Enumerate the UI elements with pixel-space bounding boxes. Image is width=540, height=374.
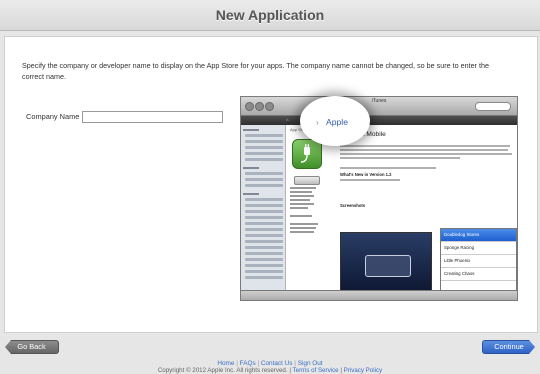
continue-button[interactable]: Continue (482, 340, 535, 354)
phone-list-screenshot: Doubledog Stores Sponge Racing Little Ph… (440, 228, 517, 292)
contact-us-link[interactable]: Contact Us (261, 360, 293, 367)
itunes-sidebar (241, 125, 286, 290)
page-header: New Application (0, 0, 540, 31)
company-name-input[interactable] (82, 111, 223, 123)
faqs-link[interactable]: FAQs (240, 360, 256, 367)
home-link[interactable]: Home (217, 360, 234, 367)
whats-new-heading: What's New in Version 1.2 (340, 172, 392, 177)
copyright-text: Copyright © 2012 Apple Inc. All rights r… (157, 367, 288, 374)
footer-links: Home | FAQs | Contact Us | Sign Out (0, 360, 540, 367)
list-item: Sponge Racing (441, 242, 516, 255)
go-back-button[interactable]: Go Back (5, 340, 59, 354)
magnified-company-name: Apple (326, 117, 348, 127)
list-item: Doubledog Stores (441, 229, 516, 242)
app-icon (292, 139, 322, 169)
sign-out-link[interactable]: Sign Out (298, 360, 323, 367)
footer-copyright: Copyright © 2012 Apple Inc. All rights r… (0, 367, 540, 374)
itunes-search-box (475, 102, 511, 111)
list-item: Little Phoenix (441, 255, 516, 268)
itunes-titlebar: iTunes (241, 97, 517, 116)
page-title: New Application (215, 7, 325, 23)
terms-link[interactable]: Terms of Service (293, 367, 339, 374)
list-item: Creating Chaos (441, 268, 516, 281)
screenshots-heading: Screenshots (340, 203, 366, 208)
itunes-preview-image: iTunes ⌂ App Store > Business (240, 96, 518, 301)
itunes-store-navbar: ⌂ (241, 116, 517, 125)
itunes-statusbar (241, 290, 517, 300)
free-app-button (294, 176, 320, 185)
alert-dialog (365, 255, 411, 277)
itunes-main-area: App Store > Business Connect Mobile What… (286, 125, 517, 292)
home-icon: ⌂ (286, 117, 289, 122)
privacy-link[interactable]: Privacy Policy (344, 367, 383, 374)
company-name-label: Company Name (26, 112, 80, 121)
plug-icon (300, 144, 310, 163)
instructions-text: Specify the company or developer name to… (22, 61, 489, 81)
phone-screenshot (340, 232, 432, 292)
breadcrumb-separator: › (316, 117, 319, 127)
magnifier-callout: › Apple (300, 96, 370, 146)
